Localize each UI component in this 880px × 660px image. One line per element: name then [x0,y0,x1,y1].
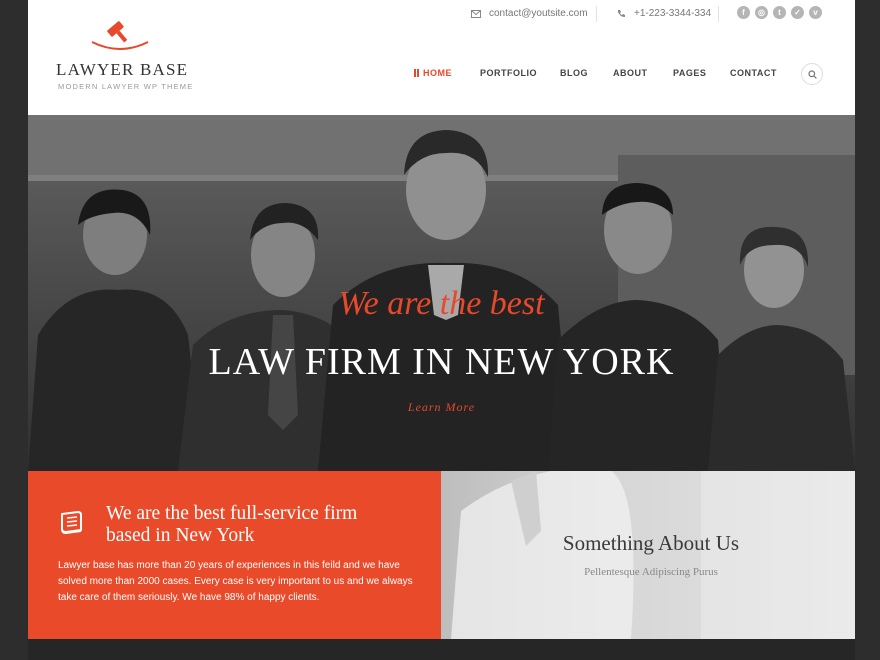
about-title: Something About Us [562,531,740,555]
feature-block: We are the best full-service firm based … [28,471,441,639]
email-text: contact@youtsite.com [489,8,588,19]
hero-title: LAW FIRM IN NEW YORK [208,341,675,383]
instagram-icon[interactable]: ◎ [755,6,768,19]
gavel-logo-icon[interactable] [90,20,150,54]
feature-title: We are the best full-service firm based … [106,503,358,546]
nav-home[interactable]: HOME [414,68,452,78]
page: LAWYER BASE MODERN LAWYER WP THEME conta… [28,0,855,660]
book-icon [58,510,84,540]
vimeo-icon[interactable]: v [809,6,822,19]
active-indicator [417,69,419,77]
about-block: Something About Us Pellentesque Adipisci… [441,471,855,639]
nav-contact[interactable]: CONTACT [730,68,777,78]
phone-text: +1-223-3344-334 [634,8,712,19]
divider [596,6,597,22]
feature-text: Lawyer base has more than 20 years of ex… [58,560,413,603]
search-icon [807,69,817,79]
about-subtitle: Pellentesque Adipiscing Purus [584,566,718,578]
divider [718,6,719,22]
hero-banner: We are the best LAW FIRM IN NEW YORK Lea… [28,115,855,471]
nav-portfolio[interactable]: PORTFOLIO [480,68,537,78]
active-indicator [414,69,416,77]
email-contact[interactable]: contact@youtsite.com [471,8,588,19]
nav-blog[interactable]: BLOG [560,68,588,78]
phone-contact[interactable]: +1-223-3344-334 [617,8,711,19]
next-section-edge [28,639,855,660]
logo-tagline: MODERN LAWYER WP THEME [58,82,194,91]
twitter-icon[interactable]: ✓ [791,6,804,19]
facebook-icon[interactable]: f [737,6,750,19]
learn-more-link[interactable]: Learn More [28,400,855,415]
nav-pages[interactable]: PAGES [673,68,706,78]
site-header: LAWYER BASE MODERN LAWYER WP THEME conta… [28,0,855,115]
main-nav: HOME PORTFOLIO BLOG ABOUT PAGES CONTACT [28,68,855,82]
search-button[interactable] [801,63,823,85]
social-links: f ◎ t ✓ v [737,6,827,19]
tumblr-icon[interactable]: t [773,6,786,19]
envelope-icon [471,9,481,18]
nav-about[interactable]: ABOUT [613,68,648,78]
nav-home-label: HOME [423,68,452,78]
phone-icon [618,10,625,17]
hero-kicker: We are the best [338,285,545,322]
